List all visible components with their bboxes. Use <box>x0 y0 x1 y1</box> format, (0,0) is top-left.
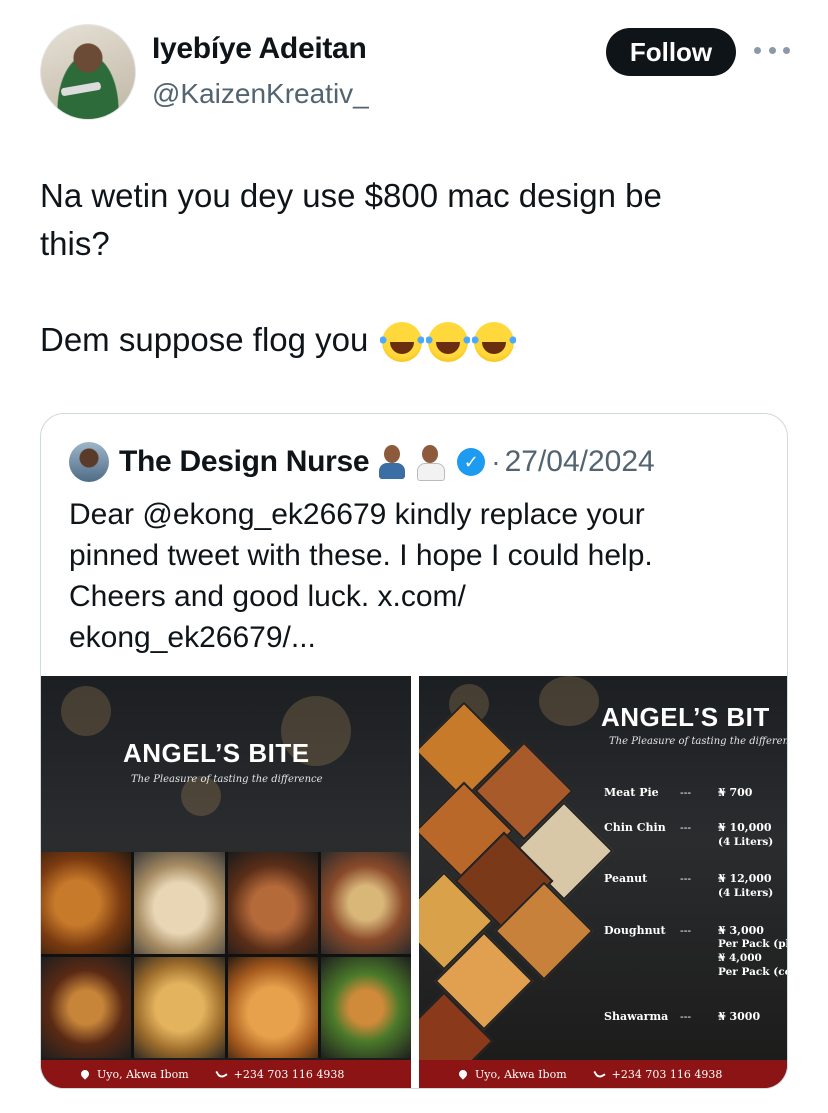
tweet-text-line: Na wetin you dey use $800 mac design be <box>40 177 662 214</box>
location-item: Uyo, Akwa Ibom <box>79 1067 189 1081</box>
menu-dash: --- <box>680 1010 692 1023</box>
man-technologist-emoji-icon <box>377 445 407 479</box>
author-handle[interactable]: @KaizenKreativ_ <box>152 78 369 110</box>
menu-dash: --- <box>680 821 692 834</box>
flyer-brand-title: ANGEL’S BITE <box>123 738 310 768</box>
wrap-photo <box>320 852 411 954</box>
media-image-1[interactable]: ANGEL’S BITE The Pleasure of tasting the… <box>41 676 411 1088</box>
menu-item-name: Peanut <box>604 872 648 885</box>
flyer-footer: Uyo, Akwa Ibom +234 703 116 4938 <box>419 1060 787 1088</box>
menu-item-name: Meat Pie <box>604 786 659 799</box>
quoted-text-line[interactable]: ekong_ek26679/... <box>69 617 749 658</box>
menu-item-price: ₦ 700 <box>718 786 753 799</box>
menu-item-note: ₦ 4,000 <box>718 952 762 964</box>
menu-item-note: Per Pack (coa <box>718 966 787 978</box>
phone-icon <box>592 1066 606 1080</box>
fried-chicken-photo <box>41 852 132 954</box>
quoted-text-line[interactable]: Cheers and good luck. x.com/ <box>69 576 749 617</box>
separator-dot: · <box>491 446 501 477</box>
menu-item-name: Doughnut <box>604 924 666 937</box>
food-photo-grid <box>41 852 411 1058</box>
location-pin-icon <box>457 1067 469 1080</box>
menu-item-price: ₦ 3,000 <box>718 924 764 937</box>
quoted-text-line: Dear @ekong_ek26679 kindly replace your <box>69 498 645 531</box>
menu-dash: --- <box>680 924 692 937</box>
more-options-icon[interactable] <box>754 40 790 60</box>
phone-item: +234 703 116 4938 <box>214 1066 345 1081</box>
peanuts-photo <box>227 852 318 954</box>
meat-pie-photo <box>134 956 225 1058</box>
menu-item-name: Shawarma <box>604 1010 669 1023</box>
man-health-worker-emoji-icon <box>415 445 446 481</box>
emoji-row <box>379 322 516 363</box>
menu-item-name: Chin Chin <box>604 821 666 834</box>
follow-button[interactable]: Follow <box>606 28 736 76</box>
menu-item-price: ₦ 12,000 <box>718 872 772 885</box>
chin-chin-photo <box>227 956 318 1058</box>
verified-badge-icon: ✓ <box>457 448 486 476</box>
tweet-text-line-3: Dem suppose flog you <box>40 321 369 358</box>
tweet-text-line: this? <box>40 225 110 262</box>
flyer-brand-title: ANGEL’S BIT <box>601 702 770 732</box>
burger-plate-photo <box>320 956 411 1058</box>
tweet-body: Na wetin you dey use $800 mac design be … <box>40 172 760 364</box>
quoted-tweet-date[interactable]: 27/04/2024 <box>505 445 655 479</box>
menu-item-note: Per Pack (pla <box>718 938 787 950</box>
author-avatar[interactable] <box>40 24 136 120</box>
phone-item: +234 703 116 4938 <box>592 1066 723 1081</box>
phone-text: +234 703 116 4938 <box>611 1067 723 1081</box>
tears-of-joy-emoji-icon <box>471 322 516 363</box>
phone-text: +234 703 116 4938 <box>233 1067 345 1081</box>
tears-of-joy-emoji-icon <box>379 322 424 363</box>
menu-dash: --- <box>680 786 692 799</box>
food-diamond-collage <box>419 701 614 1088</box>
media-image-2[interactable]: ANGEL’S BIT The Pleasure of tasting the … <box>419 676 788 1088</box>
author-name[interactable]: Iyebíye Adeitan <box>152 32 367 66</box>
menu-item-note: (4 Liters) <box>718 887 774 899</box>
flyer-footer: Uyo, Akwa Ibom +234 703 116 4938 <box>41 1060 411 1088</box>
quoted-tweet-text: Dear @ekong_ek26679 kindly replace your … <box>69 494 749 658</box>
tweet-text-line: Dem suppose flog you <box>40 316 760 364</box>
menu-dash: --- <box>680 872 692 885</box>
bread-rolls-photo <box>134 852 225 954</box>
quoted-tweet-card[interactable]: The Design Nurse ✓ · 27/04/2024 Dear @ek… <box>40 413 788 1089</box>
menu-item-price: ₦ 3000 <box>718 1010 761 1023</box>
location-text: Uyo, Akwa Ibom <box>97 1067 189 1081</box>
quoted-tweet-header: The Design Nurse ✓ · 27/04/2024 <box>69 442 655 482</box>
tears-of-joy-emoji-icon <box>425 322 470 363</box>
phone-icon <box>214 1066 228 1080</box>
flyer-tagline: The Pleasure of tasting the difference <box>131 774 323 785</box>
menu-item-price: ₦ 10,000 <box>718 821 772 834</box>
quoted-text-line: pinned tweet with these. I hope I could … <box>69 539 653 572</box>
location-pin-icon <box>79 1067 91 1080</box>
menu-item-note: (4 Liters) <box>718 836 774 848</box>
location-text: Uyo, Akwa Ibom <box>475 1067 567 1081</box>
tweet-header: Iyebíye Adeitan @KaizenKreativ_ Follow <box>40 24 800 124</box>
burger-photo <box>41 956 132 1058</box>
quoted-author-avatar[interactable] <box>69 442 109 482</box>
quoted-author-name[interactable]: The Design Nurse <box>119 445 370 479</box>
flyer-tagline: The Pleasure of tasting the differen <box>609 736 788 747</box>
location-item: Uyo, Akwa Ibom <box>457 1067 567 1081</box>
